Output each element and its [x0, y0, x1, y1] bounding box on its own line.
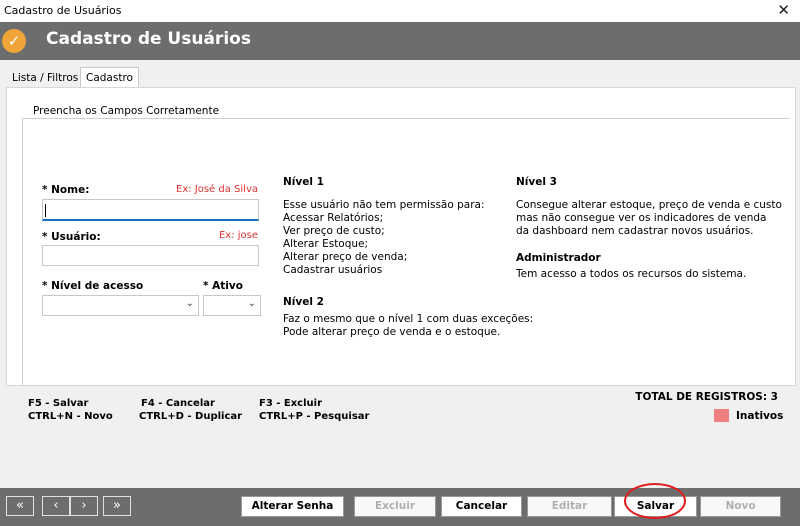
nome-field[interactable] [42, 199, 259, 221]
usuario-label: * Usuário: [42, 231, 101, 243]
window-title: Cadastro de Usuários [4, 4, 122, 17]
chevron-down-icon: ⌄ [185, 298, 194, 309]
shortcut-pesquisar: CTRL+P - Pesquisar [259, 411, 370, 422]
nivel1-line: Acessar Relatórios; [283, 212, 384, 224]
nivel1-title: Nível 1 [283, 176, 324, 188]
nivel3-line: mas não consegue ver os indicadores de v… [516, 212, 767, 224]
text-caret [45, 204, 46, 217]
tab-lista-filtros[interactable]: Lista / Filtros [6, 67, 85, 89]
nivel-acesso-select[interactable]: ⌄ [42, 295, 199, 316]
nivel2-title: Nível 2 [283, 296, 324, 308]
admin-title: Administrador [516, 252, 601, 264]
next-record-button[interactable]: › [70, 496, 98, 516]
check-circle-icon: ✓ [2, 29, 26, 53]
shortcut-excluir: F3 - Excluir [259, 398, 323, 409]
shortcut-novo: CTRL+N - Novo [28, 411, 113, 422]
nivel2-line: Faz o mesmo que o nível 1 com duas exceç… [283, 313, 534, 325]
highlight-circle [624, 483, 686, 519]
nome-hint: Ex: José da Silva [176, 184, 258, 195]
ativo-label: * Ativo [203, 280, 243, 292]
nivel1-line: Ver preço de custo; [283, 225, 385, 237]
nivel-acesso-label: * Nível de acesso [42, 280, 144, 292]
nivel3-title: Nível 3 [516, 176, 557, 188]
window-titlebar: Cadastro de Usuários ✕ [0, 0, 800, 22]
group-title: Preencha os Campos Corretamente [30, 105, 223, 117]
usuario-field[interactable] [42, 245, 259, 266]
last-record-button[interactable]: » [103, 496, 131, 516]
page-header: ✓ Cadastro de Usuários [0, 22, 800, 60]
excluir-button[interactable]: Excluir [354, 496, 436, 517]
shortcut-cancelar: F4 - Cancelar [141, 398, 215, 409]
shortcut-salvar: F5 - Salvar [28, 398, 89, 409]
nivel3-line: da dashboard nem cadastrar novos usuário… [516, 225, 754, 237]
novo-button[interactable]: Novo [700, 496, 781, 517]
editar-button[interactable]: Editar [527, 496, 612, 517]
shortcut-duplicar: CTRL+D - Duplicar [139, 411, 243, 422]
cancelar-button[interactable]: Cancelar [441, 496, 522, 517]
ativo-select[interactable]: ⌄ [203, 295, 261, 316]
chevron-down-icon: ⌄ [247, 298, 256, 309]
nivel1-line: Alterar preço de venda; [283, 251, 408, 263]
usuario-hint: Ex: jose [218, 230, 258, 241]
total-registros: TOTAL DE REGISTROS: 3 [635, 391, 778, 403]
alterar-senha-button[interactable]: Alterar Senha [241, 496, 344, 517]
nome-label: * Nome: [42, 184, 90, 196]
prev-record-button[interactable]: ‹ [42, 496, 70, 516]
page-title: Cadastro de Usuários [46, 29, 251, 49]
first-record-button[interactable]: « [6, 496, 34, 516]
nivel1-line: Esse usuário não tem permissão para: [283, 199, 485, 211]
nivel3-line: Consegue alterar estoque, preço de venda… [516, 199, 782, 211]
nivel2-line: Pode alterar preço de venda e o estoque. [283, 326, 501, 338]
close-icon[interactable]: ✕ [777, 1, 790, 19]
inativos-label: Inativos [736, 410, 784, 422]
tab-cadastro[interactable]: Cadastro [80, 67, 139, 89]
admin-line: Tem acesso a todos os recursos do sistem… [516, 268, 747, 280]
inativos-swatch [714, 409, 729, 422]
nivel1-line: Cadastrar usuários [283, 264, 383, 276]
nivel1-line: Alterar Estoque; [283, 238, 369, 250]
